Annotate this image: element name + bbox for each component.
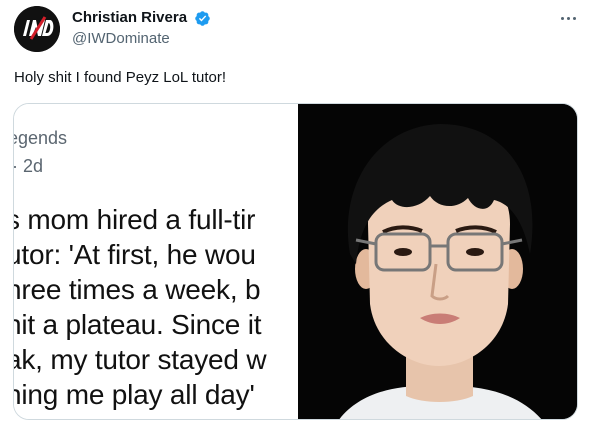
more-options-icon[interactable] <box>556 8 580 28</box>
tweet-media[interactable]: egends · 2d s mom hired a full-tir utor:… <box>13 103 578 420</box>
screenshot-line: hit a plateau. Since it <box>14 309 262 340</box>
author-name[interactable]: Christian Rivera <box>72 8 187 28</box>
screenshot-time: · 2d <box>14 156 44 176</box>
author-avatar[interactable] <box>14 6 60 52</box>
screenshot-text: s mom hired a full-tir utor: 'At first, … <box>14 202 267 412</box>
screenshot-line: ak, my tutor stayed w <box>14 344 267 375</box>
screenshot-header: egends <box>14 128 68 148</box>
media-screenshot-image[interactable]: egends · 2d s mom hired a full-tir utor:… <box>14 104 297 419</box>
avatar-logo-icon <box>14 6 60 52</box>
screenshot-line: hing me play all day' <box>14 379 255 410</box>
media-portrait-image[interactable] <box>298 104 577 419</box>
tweet-card[interactable]: Christian Rivera @IWDominate Holy shit I… <box>0 0 592 436</box>
author-handle[interactable]: @IWDominate <box>72 29 170 49</box>
screenshot-line: s mom hired a full-tir <box>14 204 256 235</box>
portrait-photo-icon <box>298 104 577 419</box>
tweet-text: Holy shit I found Peyz LoL tutor! <box>14 69 227 86</box>
verified-badge-icon <box>195 11 210 26</box>
screenshot-line: utor: 'At first, he wou <box>14 239 256 270</box>
screenshot-line: hree times a week, b <box>14 274 261 305</box>
